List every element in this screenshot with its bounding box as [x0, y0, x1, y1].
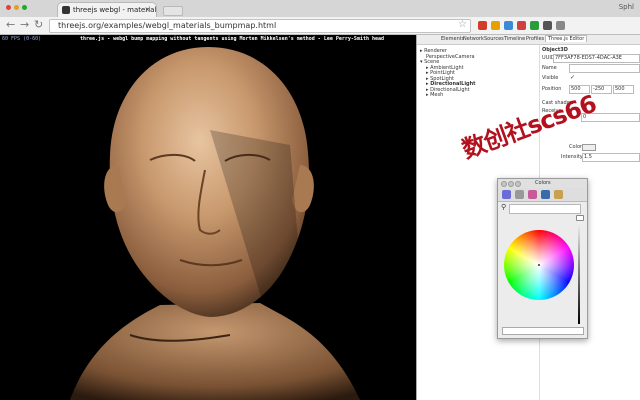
fps-counter: 60 FPS (0-60): [2, 36, 42, 42]
bump-mapped-head-render: [70, 47, 360, 400]
name-field[interactable]: [569, 64, 640, 73]
tab-timeline[interactable]: Timeline: [504, 36, 525, 42]
object-type-label: Object3D: [542, 47, 568, 53]
color-mode-bar: [498, 188, 587, 202]
color-search-input[interactable]: [509, 204, 581, 214]
brightness-slider[interactable]: [578, 216, 580, 324]
intensity-field[interactable]: 1.5: [582, 153, 640, 162]
color-mode-button[interactable]: [554, 190, 563, 199]
minimize-window-button[interactable]: [14, 5, 19, 10]
favicon-icon: [62, 6, 70, 14]
colors-close-button[interactable]: [501, 181, 507, 187]
close-window-button[interactable]: [6, 5, 11, 10]
color-swatch[interactable]: [582, 144, 596, 151]
color-mode-button[interactable]: [515, 190, 524, 199]
color-wheel[interactable]: [504, 230, 574, 300]
browser-tab[interactable]: threejs webgl - material ×: [57, 2, 157, 18]
extension-icon[interactable]: [530, 21, 539, 30]
url-text: threejs.org/examples/webgl_materials_bum…: [58, 21, 277, 30]
example-caption: three.js - webgl bump mapping without ta…: [80, 36, 385, 42]
name-label: Name: [542, 65, 557, 71]
zoom-window-button[interactable]: [22, 5, 27, 10]
colors-zoom-button[interactable]: [515, 181, 521, 187]
tab-profiles[interactable]: Profiles: [526, 36, 544, 42]
new-tab-button[interactable]: [163, 6, 183, 16]
colors-minimize-button[interactable]: [508, 181, 514, 187]
color-mode-button[interactable]: [502, 190, 511, 199]
tab-elements[interactable]: Elements: [441, 36, 464, 42]
extension-icon[interactable]: [504, 21, 513, 30]
tab-network[interactable]: Network: [463, 36, 484, 42]
profile-name[interactable]: Sphl: [619, 3, 634, 11]
tab-threejs-editor[interactable]: Three.js Editor: [545, 35, 588, 42]
star-icon[interactable]: ☆: [458, 19, 467, 30]
brightness-slider-handle[interactable]: [576, 215, 584, 221]
position-z-field[interactable]: 500: [613, 85, 634, 94]
colors-title: Colors: [535, 180, 551, 186]
devtools-tab-bar: Elements Network Sources Timeline Profil…: [417, 35, 640, 45]
browser-toolbar: ← → ↻ threejs.org/examples/webgl_materia…: [0, 17, 640, 35]
magnifier-icon[interactable]: ⚲: [501, 203, 506, 211]
extension-icon[interactable]: [556, 21, 565, 30]
color-swatch-bar[interactable]: [502, 327, 584, 335]
scene-tree-item[interactable]: ▸ Mesh: [426, 92, 443, 98]
visible-label: Visible: [542, 75, 559, 81]
extension-icon[interactable]: [478, 21, 487, 30]
color-label: Color: [569, 144, 583, 150]
arrow-right-icon[interactable]: →: [20, 19, 29, 31]
color-mode-button[interactable]: [528, 190, 537, 199]
arrow-left-icon[interactable]: ←: [6, 19, 15, 31]
webgl-viewport[interactable]: 60 FPS (0-60) three.js - webgl bump mapp…: [0, 35, 416, 400]
position-y-field[interactable]: -250: [591, 85, 612, 94]
address-bar[interactable]: threejs.org/examples/webgl_materials_bum…: [49, 19, 471, 33]
colors-window: Colors ⚲: [497, 178, 588, 339]
visible-checkbox[interactable]: ✓: [570, 74, 575, 81]
position-label: Position: [542, 86, 562, 92]
tab-sources[interactable]: Sources: [484, 36, 504, 42]
intensity-label: Intensity: [561, 154, 583, 160]
extension-icon[interactable]: [543, 21, 552, 30]
color-mode-button[interactable]: [541, 190, 550, 199]
color-wheel-cursor[interactable]: [538, 264, 540, 266]
extension-icon[interactable]: [491, 21, 500, 30]
tab-bar: threejs webgl - material × Sphl: [0, 0, 640, 18]
extension-icon[interactable]: [517, 21, 526, 30]
reload-icon[interactable]: ↻: [34, 19, 43, 31]
uuid-field[interactable]: 7FF3AF78-EDS7-4DAC-A3E: [553, 54, 640, 63]
scene-tree-label: Mesh: [430, 92, 444, 98]
tab-close-icon[interactable]: ×: [144, 5, 151, 14]
